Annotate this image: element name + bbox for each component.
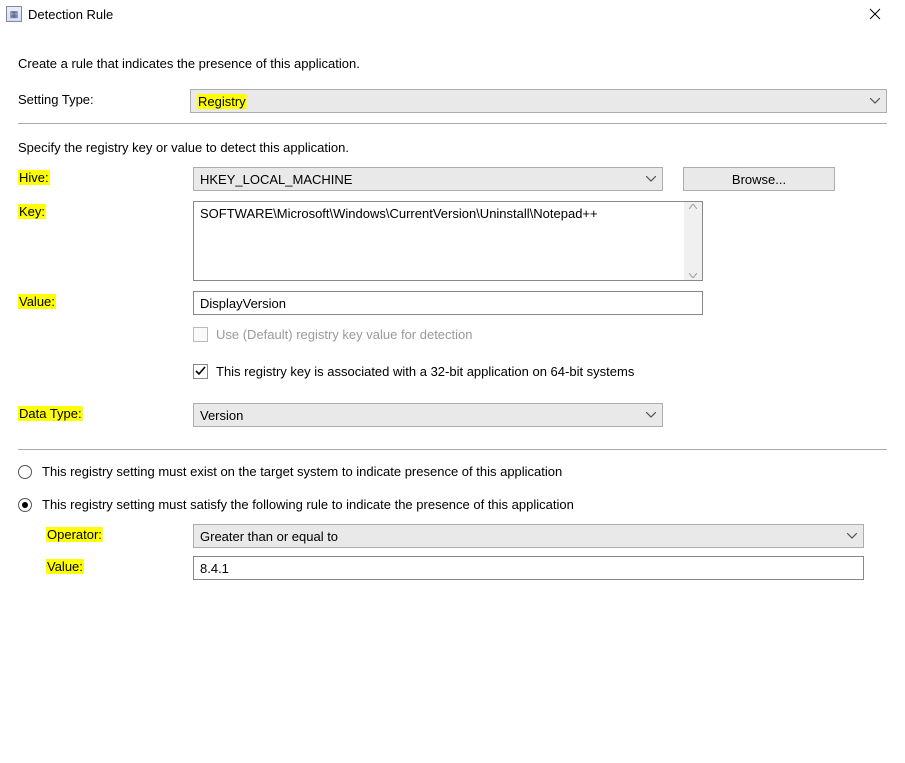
radio-exist[interactable] [18, 465, 32, 479]
chevron-down-icon [646, 412, 656, 418]
chevron-down-icon [870, 98, 880, 104]
use-default-checkbox [193, 327, 208, 342]
radio-satisfy-label: This registry setting must satisfy the f… [42, 497, 574, 512]
app-icon: ▦ [6, 6, 22, 22]
close-button[interactable] [853, 2, 897, 26]
operator-combo[interactable]: Greater than or equal to [193, 524, 864, 548]
scroll-up-icon [689, 204, 697, 209]
key-textarea[interactable]: SOFTWARE\Microsoft\Windows\CurrentVersio… [193, 201, 703, 281]
intro-text: Create a rule that indicates the presenc… [18, 56, 887, 71]
chevron-down-icon [847, 533, 857, 539]
check-icon [195, 366, 206, 377]
chevron-down-icon [646, 176, 656, 182]
separator [18, 123, 887, 124]
hive-combo[interactable]: HKEY_LOCAL_MACHINE [193, 167, 663, 191]
assoc-32bit-checkbox[interactable] [193, 364, 208, 379]
radio-satisfy-row[interactable]: This registry setting must satisfy the f… [18, 497, 887, 512]
browse-button-label: Browse... [732, 172, 786, 187]
radio-exist-row[interactable]: This registry setting must exist on the … [18, 464, 887, 479]
operator-value: Greater than or equal to [200, 529, 338, 544]
window-title: Detection Rule [28, 7, 113, 22]
hive-label: Hive: [18, 170, 50, 185]
value-input-text: DisplayVersion [200, 296, 286, 311]
scroll-down-icon [689, 273, 697, 278]
setting-type-value: Registry [197, 94, 247, 109]
key-label: Key: [18, 204, 46, 219]
data-type-label: Data Type: [18, 406, 83, 421]
separator [18, 449, 887, 450]
key-value: SOFTWARE\Microsoft\Windows\CurrentVersio… [194, 202, 684, 280]
assoc-32bit-label: This registry key is associated with a 3… [216, 364, 634, 379]
setting-type-label: Setting Type: [18, 92, 94, 107]
radio-satisfy[interactable] [18, 498, 32, 512]
section-registry-heading: Specify the registry key or value to det… [18, 140, 887, 155]
radio-exist-label: This registry setting must exist on the … [42, 464, 562, 479]
data-type-combo[interactable]: Version [193, 403, 663, 427]
hive-value: HKEY_LOCAL_MACHINE [200, 172, 352, 187]
rule-value-label: Value: [46, 559, 84, 574]
data-type-value: Version [200, 408, 243, 423]
value-input[interactable]: DisplayVersion [193, 291, 703, 315]
operator-label: Operator: [46, 527, 103, 542]
rule-value-input[interactable]: 8.4.1 [193, 556, 864, 580]
rule-value-text: 8.4.1 [200, 561, 229, 576]
titlebar: ▦ Detection Rule [0, 0, 905, 28]
value-label: Value: [18, 294, 56, 309]
scrollbar[interactable] [684, 202, 702, 280]
close-icon [869, 8, 881, 20]
use-default-label: Use (Default) registry key value for det… [216, 327, 473, 342]
browse-button[interactable]: Browse... [683, 167, 835, 191]
setting-type-combo[interactable]: Registry [190, 89, 887, 113]
